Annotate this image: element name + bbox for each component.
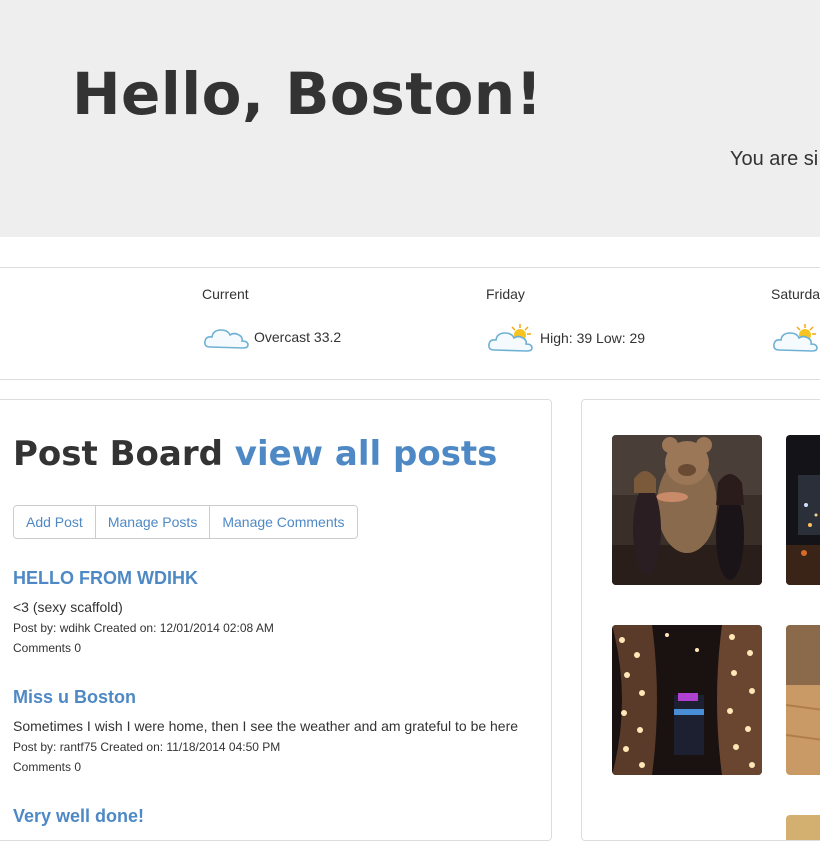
manage-comments-button[interactable]: Manage Comments (210, 506, 357, 538)
photo-panel (581, 399, 820, 841)
manage-posts-button[interactable]: Manage Posts (95, 506, 211, 538)
post-item: Miss u Boston Sometimes I wish I were ho… (13, 687, 543, 774)
post-comments-link[interactable]: Comments 0 (13, 760, 543, 774)
weather-condition (771, 323, 820, 353)
post-title-link[interactable]: HELLO FROM WDIHK (13, 568, 543, 589)
post-board-heading: Post Board (13, 434, 223, 474)
post-body: Sometimes I wish I were home, then I see… (13, 718, 519, 734)
post-title-link[interactable]: Miss u Boston (13, 687, 543, 708)
post-body: <3 (sexy scaffold) (13, 599, 123, 615)
weather-condition: High: 39 Low: 29 (486, 323, 645, 353)
hero-subtitle: You are si (730, 148, 819, 170)
post-board-panel: Post Board view all posts Add Post Manag… (0, 399, 552, 841)
add-post-button[interactable]: Add Post (14, 506, 96, 538)
post-comments-link[interactable]: Comments 0 (13, 641, 543, 655)
weather-current: Current Overcast 33.2 (202, 268, 402, 379)
post-item: HELLO FROM WDIHK <3 (sexy scaffold) Post… (13, 568, 543, 655)
post-meta: Post by: rantf75 Created on: 11/18/2014 … (13, 740, 281, 754)
post-actions: Add Post Manage Posts Manage Comments (13, 505, 358, 539)
photo-night-city[interactable] (786, 435, 820, 585)
photo-bear-mascot[interactable] (612, 435, 762, 585)
weather-friday: Friday High: 39 Low: 29 (486, 268, 706, 379)
weather-day-label: Friday (486, 286, 525, 302)
post-item: Very well done! (13, 806, 543, 827)
weather-condition: Overcast 33.2 (202, 323, 341, 351)
weather-day-label: Current (202, 286, 249, 302)
photo-partial[interactable] (786, 815, 820, 840)
weather-saturday: Saturda (771, 268, 820, 379)
weather-text: Overcast 33.2 (254, 329, 342, 345)
partly-sunny-icon (488, 324, 533, 352)
view-all-posts-link[interactable]: view all posts (235, 434, 498, 474)
overcast-cloud-icon (204, 329, 249, 349)
weather-bar: Current Overcast 33.2 Friday High: 39 Lo… (0, 267, 820, 380)
weather-text: High: 39 Low: 29 (540, 330, 646, 346)
photo-string-lights[interactable] (612, 625, 762, 775)
post-title-link[interactable]: Very well done! (13, 806, 543, 827)
page-title: Hello, Boston! (72, 60, 543, 128)
post-meta: Post by: wdihk Created on: 12/01/2014 02… (13, 621, 274, 635)
photo-wood-floor[interactable] (786, 625, 820, 775)
hero-banner: Hello, Boston! You are si (0, 0, 820, 237)
post-board-title: Post Board view all posts (13, 434, 497, 474)
weather-day-label: Saturda (771, 286, 820, 302)
partly-sunny-icon (773, 324, 818, 352)
